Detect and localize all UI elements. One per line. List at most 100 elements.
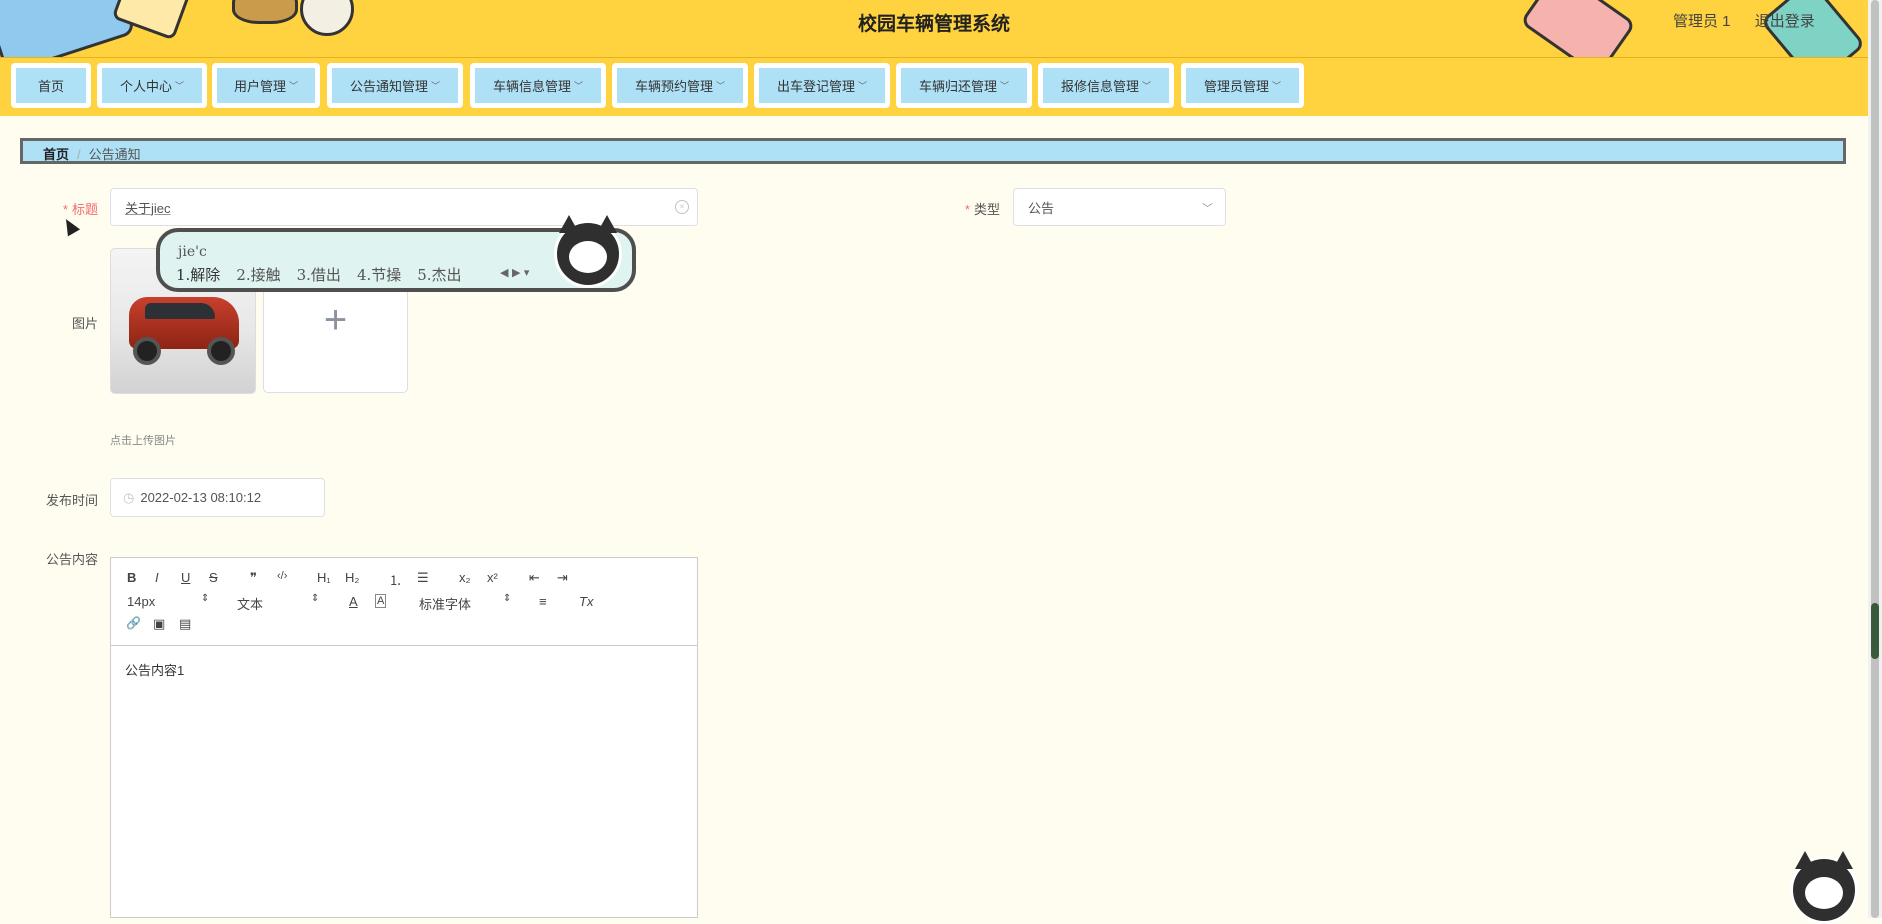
nav-label: 车辆预约管理 [634,79,713,94]
logout-link[interactable]: 退出登录 [1755,13,1815,30]
page-scrollbar[interactable] [1868,0,1882,918]
editor-content[interactable]: 公告内容1 [111,646,697,693]
link-button[interactable]: 🔗 [126,616,141,630]
nav-item-home[interactable]: 首页 [11,63,91,108]
nav-item-vehicles[interactable]: 车辆信息管理 ﹀ [470,63,606,108]
ime-candidate[interactable]: 2.接触 [236,266,280,284]
chevron-down-icon: ﹀ [1142,81,1152,91]
car-wheel [207,337,235,365]
type-label: * 类型 [964,202,1000,217]
breadcrumb: 首页 / 公告通知 [20,138,1846,164]
scrollbar-thumb[interactable] [1871,0,1879,918]
upload-hint: 点击上传图片 [110,435,176,447]
chevron-down-icon: ﹀ [858,81,868,91]
breadcrumb-home[interactable]: 首页 [43,147,69,162]
ime-page-arrows[interactable]: ◀ ▶ ▾ [500,266,529,279]
chevron-down-icon: ﹀ [431,81,441,91]
nav-label: 首页 [37,79,64,94]
breadcrumb-current: 公告通知 [88,147,141,162]
outdent-button[interactable]: ⇤ [529,570,540,586]
nav-item-returns[interactable]: 车辆归还管理 ﹀ [896,63,1032,108]
navbar: 首页 个人中心 ﹀ 用户管理 ﹀ 公告通知管理 ﹀ 车辆信息管理 ﹀ 车辆预约管理 ﹀ 出… [0,58,1868,116]
subscript-button[interactable]: x₂ [459,570,471,585]
header: 校园车辆管理系统 管理员 1 退出登录 [0,0,1868,59]
clear-format-button[interactable]: Tx [579,594,593,609]
nav-item-reservations[interactable]: 车辆预约管理 ﹀ [612,63,748,108]
ime-candidate[interactable]: 4.节操 [357,266,401,284]
nav-label: 公告通知管理 [349,79,428,94]
updown-icon: ⇕ [201,593,210,604]
nav-label: 管理员管理 [1203,79,1269,94]
indent-button[interactable]: ⇥ [557,570,568,586]
nav-item-dispatch[interactable]: 出车登记管理 ﹀ [754,63,890,108]
breadcrumb-separator: / [77,147,81,162]
user-area: 管理员 1 退出登录 [1673,10,1835,31]
ime-candidate-window: jie'c 1.解除 2.接触 3.借出 4.节操 5.杰出 ◀ ▶ ▾ [156,215,636,292]
updown-icon: ⇕ [503,593,512,604]
nav-label: 车辆归还管理 [918,79,997,94]
clear-icon[interactable]: × [675,200,689,214]
bg-color-button[interactable]: A [375,594,387,608]
chevron-down-icon: ﹀ [716,81,726,91]
nav-item-users[interactable]: 用户管理 ﹀ [212,63,320,108]
chevron-down-icon: ﹀ [1000,81,1010,91]
title-input-value: 关于jiec [125,200,171,216]
image-button[interactable]: ▣ [153,616,165,632]
car-wheel [133,337,161,365]
chevron-down-icon: ﹀ [175,81,185,91]
quote-button[interactable]: ❞ [250,570,257,586]
chevron-down-icon: ﹀ [1272,81,1282,91]
chevron-down-icon: ﹀ [289,81,299,91]
ime-candidate[interactable]: 3.借出 [297,266,341,284]
nav-item-notices[interactable]: 公告通知管理 ﹀ [327,63,463,108]
updown-icon: ⇕ [311,593,320,604]
ime-candidate[interactable]: 5.杰出 [417,266,461,284]
cat-mascot-icon [554,215,622,288]
system-title: 校园车辆管理系统 [857,14,1010,35]
nav-label: 个人中心 [119,79,172,94]
ime-candidate[interactable]: 1.解除 [176,266,220,284]
code-button[interactable]: ‹/› [277,570,287,582]
bullet-list-button[interactable]: ☰ [417,570,429,586]
bold-button[interactable]: B [127,570,136,585]
rich-text-editor[interactable]: B I U S ❞ ‹/› H₁ H₂ ⒈ ☰ x₂ x² ⇤ ⇥ 14px ⇕… [110,557,698,918]
scroll-indicator [1871,603,1879,659]
clock-icon: ◷ [123,489,135,505]
nav-label: 报修信息管理 [1060,79,1139,94]
font-family-select[interactable]: 标准字体 [419,594,471,613]
editor-toolbar: B I U S ❞ ‹/› H₁ H₂ ⒈ ☰ x₂ x² ⇤ ⇥ 14px ⇕… [111,558,697,646]
title-label: * 标题 [62,202,98,217]
chevron-down-icon: ﹀ [574,81,584,91]
ime-pinyin: jie'c [178,244,207,260]
italic-button[interactable]: I [155,570,159,585]
underline-button[interactable]: U [181,570,190,585]
strike-button[interactable]: S [209,570,218,585]
car-window [145,303,215,319]
time-picker[interactable]: ◷ 2022-02-13 08:10:12 [110,478,325,517]
nav-label: 用户管理 [233,79,286,94]
nav-item-repairs[interactable]: 报修信息管理 ﹀ [1038,63,1174,108]
cat-mascot-icon [1790,851,1858,924]
nav-item-admins[interactable]: 管理员管理 ﹀ [1181,63,1304,108]
type-select[interactable]: 公告 ﹀ [1013,188,1226,226]
align-button[interactable]: ≡ [539,594,547,609]
image-label: 图片 [71,316,98,331]
mouse-cursor-icon [59,215,81,237]
nav-item-personal[interactable]: 个人中心 ﹀ [97,63,207,108]
user-name: 管理员 1 [1673,13,1731,30]
time-value: 2022-02-13 08:10:12 [140,490,262,505]
ime-candidates: 1.解除 2.接触 3.借出 4.节操 5.杰出 [176,264,478,285]
ordered-list-button[interactable]: ⒈ [389,570,402,589]
time-label: 发布时间 [45,493,98,508]
type-select-value: 公告 [1028,200,1055,216]
font-size-select[interactable]: 14px [127,594,155,609]
video-button[interactable]: ▤ [179,616,191,632]
chevron-down-icon: ﹀ [1202,203,1213,215]
text-color-button[interactable]: A [349,594,358,609]
nav-label: 出车登记管理 [776,79,855,94]
plus-icon: + [323,298,348,342]
header-select[interactable]: 文本 [237,594,263,613]
h1-button[interactable]: H₁ [317,570,331,585]
h2-button[interactable]: H₂ [345,570,359,585]
superscript-button[interactable]: x² [487,570,498,585]
